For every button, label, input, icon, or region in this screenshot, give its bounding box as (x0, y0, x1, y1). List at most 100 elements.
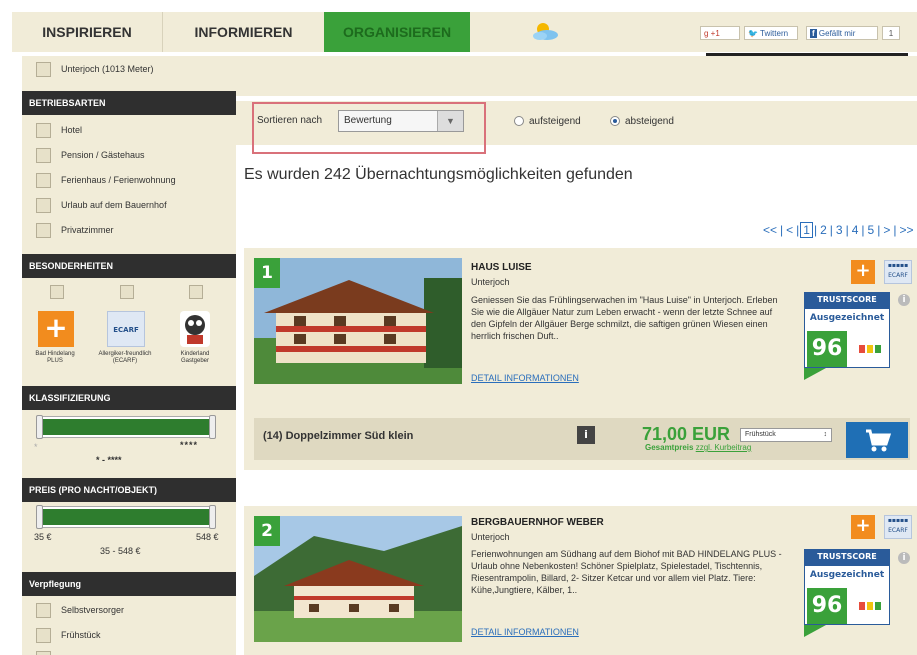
pager-last[interactable]: >> (897, 223, 915, 237)
filter-pension[interactable]: Pension / Gästehaus (36, 147, 145, 164)
checkbox-kinderland[interactable] (189, 285, 203, 299)
slider-handle-max[interactable] (209, 505, 216, 529)
offer-room-name[interactable]: (14) Doppelzimmer Süd klein (263, 430, 413, 442)
filter-hotel[interactable]: Hotel (36, 122, 82, 139)
dropdown-arrow-icon[interactable]: ▼ (437, 111, 463, 131)
checkbox-bad-hindelang-plus[interactable] (50, 285, 64, 299)
listing-place: Unterjoch (471, 277, 510, 287)
price-slider[interactable] (36, 505, 216, 529)
price-range: 35 - 548 € (100, 546, 141, 556)
checkbox[interactable] (36, 148, 51, 164)
price-max: 548 € (196, 532, 219, 542)
trustscore-tail (804, 625, 826, 637)
rating-bars-icon (859, 345, 881, 353)
filter-selbstversorger[interactable]: Selbstversorger (36, 602, 125, 619)
trustscore-badge[interactable]: TRUSTSCORE Ausgezeichnet 96 (804, 292, 890, 382)
filter-bauernhof[interactable]: Urlaub auf dem Bauernhof (36, 197, 167, 214)
gplus-button[interactable]: g +1 (700, 26, 740, 40)
facebook-label: Gefällt mir (818, 29, 856, 38)
filter-ferienhaus[interactable]: Ferienhaus / Ferienwohnung (36, 172, 176, 189)
checkbox[interactable] (36, 628, 51, 644)
ecarf-logo: ECARF (107, 311, 145, 347)
kurbeitrag-link[interactable]: zzgl. Kurbeitrag (696, 443, 752, 452)
slider-range (42, 419, 210, 435)
listing-place: Unterjoch (471, 532, 510, 542)
trustscore-body: Ausgezeichnet 96 (804, 565, 890, 625)
stars-slider[interactable] (36, 415, 216, 439)
slider-handle-max[interactable] (209, 415, 216, 439)
pager-prev[interactable]: < (784, 223, 795, 237)
pager-next[interactable]: > (881, 223, 892, 237)
filter-fruehstueck[interactable]: Frühstück (36, 627, 101, 644)
filter-more[interactable] (36, 650, 61, 655)
trustscore-rating: Ausgezeichnet (809, 313, 885, 323)
top-navigation: INSPIRIEREN INFORMIEREN ORGANISIEREN g +… (0, 0, 917, 60)
offer-info-icon[interactable]: i (577, 426, 595, 444)
slider-handle-min[interactable] (36, 505, 43, 529)
twitter-label: Twittern (760, 29, 789, 38)
facebook-like-button[interactable]: f Gefällt mir (806, 26, 878, 40)
detail-link[interactable]: DETAIL INFORMATIONEN (471, 627, 579, 637)
twitter-bird-icon: 🐦 (748, 29, 758, 38)
tab-inspirieren[interactable]: INSPIRIEREN (12, 12, 162, 52)
trustscore-label: TRUSTSCORE (804, 549, 890, 565)
checkbox[interactable] (36, 173, 51, 189)
checkbox[interactable] (36, 198, 51, 214)
info-icon[interactable]: i (898, 552, 910, 564)
weather-sun-icon (533, 23, 558, 40)
listing-photo[interactable] (254, 258, 462, 384)
twitter-button[interactable]: 🐦 Twittern (744, 26, 798, 40)
pager-page-1[interactable]: 1 (800, 222, 813, 238)
filter-label: Frühstück (61, 630, 101, 640)
bad-hindelang-plus-logo: + (38, 311, 74, 347)
detail-link[interactable]: DETAIL INFORMATIONEN (471, 373, 579, 383)
stars-range: * - **** (96, 455, 122, 465)
checkbox[interactable] (36, 603, 51, 619)
main-top-panel (236, 56, 917, 96)
pager-page-5[interactable]: 5 (866, 223, 877, 237)
listing-photo[interactable] (254, 516, 462, 642)
listing-description: Geniessen Sie das Frühlingserwachen im "… (471, 295, 778, 341)
listing-rank: 2 (254, 516, 280, 546)
checkbox[interactable] (36, 62, 51, 78)
pager-page-2[interactable]: 2 (818, 223, 829, 237)
pager-page-3[interactable]: 3 (834, 223, 845, 237)
sort-select[interactable]: Bewertung ▼ (338, 110, 464, 132)
ecarf-badge-icon: ▪▪▪▪▪ ECARF (884, 515, 912, 539)
filter-label: Selbstversorger (61, 605, 125, 615)
tab-organisieren[interactable]: ORGANISIEREN (324, 12, 470, 52)
radio-button[interactable] (514, 116, 524, 127)
checkbox[interactable] (36, 123, 51, 139)
radio-ascending[interactable]: aufsteigend (514, 116, 581, 127)
trustscore-badge[interactable]: TRUSTSCORE Ausgezeichnet 96 (804, 549, 890, 639)
info-icon[interactable]: i (898, 294, 910, 306)
filter-label: Urlaub auf dem Bauernhof (61, 200, 167, 210)
stars-min: * (34, 442, 38, 452)
board-select[interactable]: Frühstück ↕ (740, 428, 832, 442)
add-to-cart-button[interactable] (846, 422, 908, 458)
slider-range (42, 509, 210, 525)
filter-unterjoch[interactable]: Unterjoch (1013 Meter) (36, 61, 154, 78)
filter-privatzimmer[interactable]: Privatzimmer (36, 222, 114, 239)
filter-label: Unterjoch (1013 Meter) (61, 64, 154, 74)
radio-label: absteigend (625, 116, 674, 127)
checkbox-ecarf[interactable] (120, 285, 134, 299)
pager-first[interactable]: << (761, 223, 779, 237)
listing-title[interactable]: BERGBAUERNHOF WEBER (471, 517, 604, 528)
checkbox[interactable] (36, 223, 51, 239)
checkbox[interactable] (36, 651, 51, 655)
badge-label-kinderland: Kinderland Gastgeber (180, 351, 210, 364)
filter-label: Ferienhaus / Ferienwohnung (61, 175, 176, 185)
pager-page-4[interactable]: 4 (850, 223, 861, 237)
slider-handle-min[interactable] (36, 415, 43, 439)
section-besonderheiten: BESONDERHEITEN (22, 254, 236, 278)
radio-button[interactable] (610, 116, 620, 127)
listing-rank: 1 (254, 258, 280, 288)
plus-badge-icon: + (851, 515, 875, 539)
tab-informieren[interactable]: INFORMIEREN (162, 12, 324, 52)
board-selected-value: Frühstück (745, 431, 776, 438)
badge-label-plus: Bad Hindelang PLUS (35, 351, 75, 364)
results-heading: Es wurden 242 Übernachtungsmöglichkeiten… (244, 166, 633, 183)
listing-title[interactable]: HAUS LUISE (471, 262, 532, 273)
radio-descending[interactable]: absteigend (610, 116, 674, 127)
